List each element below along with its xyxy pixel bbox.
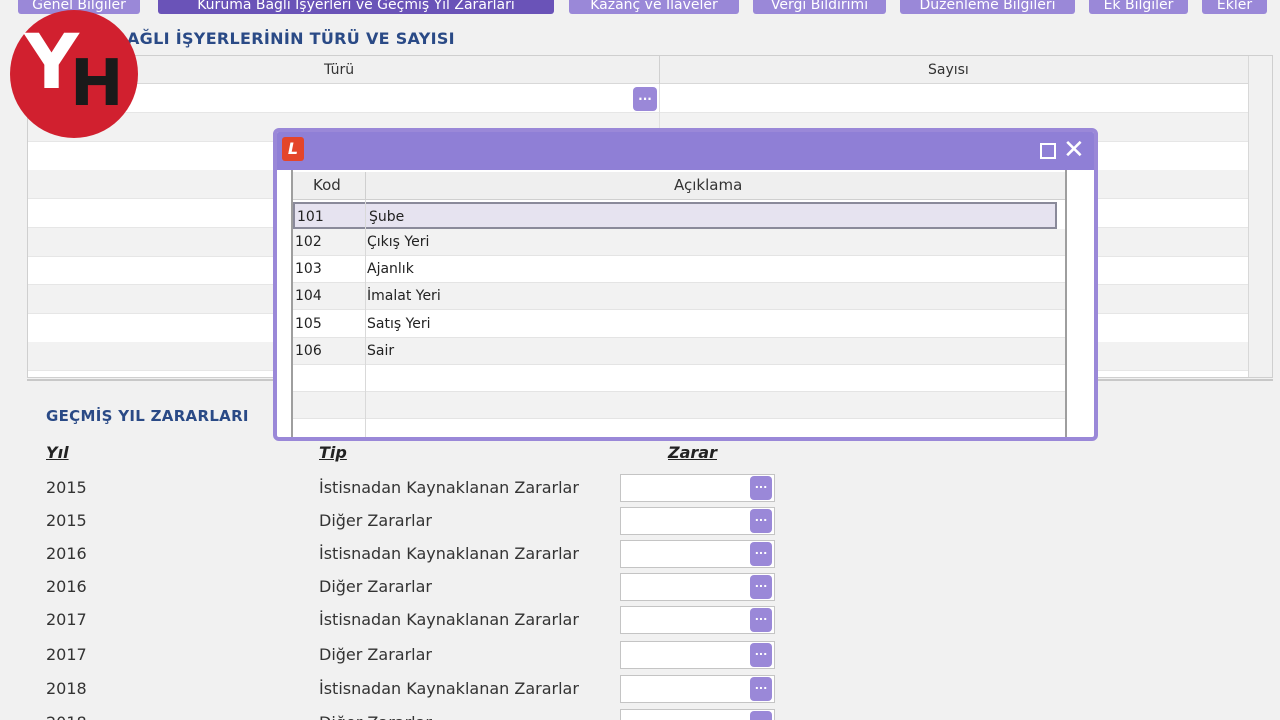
losses-col-loss: Zarar bbox=[668, 443, 717, 462]
col-header-description: Açıklama bbox=[674, 176, 743, 194]
loss-row: 2015 İstisnadan Kaynaklanan Zararlar ... bbox=[0, 471, 1280, 504]
loss-lookup-button[interactable]: ... bbox=[750, 677, 772, 701]
tab-kazanc-ve-ilaveler[interactable]: Kazanç ve İlaveler bbox=[569, 0, 739, 14]
tab-bar: Genel Bilgiler Kuruma Bağlı İşyerleri ve… bbox=[0, 0, 1280, 14]
maximize-icon[interactable] bbox=[1040, 143, 1056, 159]
loss-row: 2017 İstisnadan Kaynaklanan Zararlar ... bbox=[0, 603, 1280, 636]
col-divider bbox=[365, 200, 366, 437]
dialog-row[interactable]: 102 Çıkış Yeri bbox=[293, 229, 1065, 257]
dialog-row[interactable]: 106 Sair bbox=[293, 338, 1065, 366]
loss-row: 2018 Diğer Zararlar ... bbox=[0, 706, 1280, 720]
loss-type: İstisnadan Kaynaklanan Zararlar bbox=[319, 544, 579, 563]
col-header-code: Kod bbox=[313, 176, 341, 194]
loss-lookup-button[interactable]: ... bbox=[750, 476, 772, 500]
col-separator bbox=[365, 172, 366, 200]
brand-logo: Y H bbox=[10, 10, 138, 138]
loss-year: 2017 bbox=[46, 610, 87, 629]
logo-letter-h: H bbox=[70, 47, 124, 121]
dialog-row[interactable] bbox=[293, 365, 1065, 393]
row-code: 102 bbox=[295, 234, 322, 250]
col-separator bbox=[659, 56, 660, 84]
tab-ekler[interactable]: Ekler bbox=[1202, 0, 1267, 14]
col-header-count: Sayısı bbox=[928, 62, 969, 78]
row-code: 101 bbox=[297, 209, 324, 225]
tab-ek-bilgiler[interactable]: Ek Bilgiler bbox=[1089, 0, 1188, 14]
losses-col-year: Yıl bbox=[46, 443, 69, 462]
loss-row: 2016 Diğer Zararlar ... bbox=[0, 570, 1280, 603]
row-description: Sair bbox=[367, 343, 395, 359]
loss-lookup-button[interactable]: ... bbox=[750, 643, 772, 667]
close-icon[interactable]: ✕ bbox=[1063, 136, 1085, 164]
dialog-table-header: Kod Açıklama bbox=[293, 172, 1065, 200]
loss-row: 2015 Diğer Zararlar ... bbox=[0, 504, 1280, 537]
workplaces-section-title: AĞLI İŞYERLERİNİN TÜRÜ VE SAYISI bbox=[127, 29, 455, 48]
loss-type: Diğer Zararlar bbox=[319, 511, 432, 530]
loss-year: 2018 bbox=[46, 713, 87, 720]
app-logo-icon: L bbox=[282, 137, 304, 161]
row-description: Çıkış Yeri bbox=[367, 234, 430, 250]
loss-year: 2016 bbox=[46, 577, 87, 596]
loss-year: 2015 bbox=[46, 478, 87, 497]
row-code: 106 bbox=[295, 343, 322, 359]
workplaces-grid-header: Türü Sayısı bbox=[28, 56, 1248, 84]
dialog-table: Kod Açıklama 101 Şube 102 Çıkış Yeri 103… bbox=[291, 170, 1067, 437]
row-code: 105 bbox=[295, 316, 322, 332]
dialog-row[interactable] bbox=[293, 420, 1065, 437]
loss-year: 2017 bbox=[46, 645, 87, 664]
tab-kuruma-bagli-isyerleri[interactable]: Kuruma Bağlı İşyerleri ve Geçmiş Yıl Zar… bbox=[158, 0, 554, 14]
loss-type: Diğer Zararlar bbox=[319, 577, 432, 596]
loss-lookup-button[interactable]: ... bbox=[750, 575, 772, 599]
row-description: Şube bbox=[369, 209, 405, 225]
dialog-row[interactable] bbox=[293, 392, 1065, 420]
tab-duzenleme-bilgileri[interactable]: Düzenleme Bilgileri bbox=[900, 0, 1075, 14]
type-lookup-button[interactable]: ... bbox=[633, 87, 657, 111]
row-description: Ajanlık bbox=[367, 261, 414, 277]
loss-row: 2018 İstisnadan Kaynaklanan Zararlar ... bbox=[0, 672, 1280, 705]
lookup-dialog: L ✕ Kod Açıklama 101 Şube 102 Çıkış Yeri… bbox=[273, 128, 1098, 441]
dialog-titlebar[interactable]: L ✕ bbox=[277, 132, 1094, 170]
dialog-row[interactable]: 105 Satış Yeri bbox=[293, 311, 1065, 339]
dialog-row[interactable]: 101 Şube bbox=[293, 202, 1057, 230]
loss-row: 2017 Diğer Zararlar ... bbox=[0, 638, 1280, 671]
dialog-row[interactable]: 104 İmalat Yeri bbox=[293, 283, 1065, 311]
loss-lookup-button[interactable]: ... bbox=[750, 608, 772, 632]
loss-type: İstisnadan Kaynaklanan Zararlar bbox=[319, 478, 579, 497]
loss-type: Diğer Zararlar bbox=[319, 713, 432, 720]
loss-lookup-button[interactable]: ... bbox=[750, 542, 772, 566]
row-description: Satış Yeri bbox=[367, 316, 431, 332]
loss-lookup-button[interactable]: ... bbox=[750, 509, 772, 533]
loss-year: 2018 bbox=[46, 679, 87, 698]
dialog-row[interactable]: 103 Ajanlık bbox=[293, 256, 1065, 284]
row-code: 104 bbox=[295, 288, 322, 304]
loss-year: 2015 bbox=[46, 511, 87, 530]
loss-type: Diğer Zararlar bbox=[319, 645, 432, 664]
row-description: İmalat Yeri bbox=[367, 288, 441, 304]
loss-row: 2016 İstisnadan Kaynaklanan Zararlar ... bbox=[0, 537, 1280, 570]
loss-type: İstisnadan Kaynaklanan Zararlar bbox=[319, 610, 579, 629]
tab-vergi-bildirimi[interactable]: Vergi Bildirimi bbox=[753, 0, 886, 14]
row-code: 103 bbox=[295, 261, 322, 277]
loss-type: İstisnadan Kaynaklanan Zararlar bbox=[319, 679, 579, 698]
col-header-type: Türü bbox=[324, 62, 355, 78]
grid-scroll-area[interactable] bbox=[1248, 56, 1272, 377]
losses-section-title: GEÇMİŞ YIL ZARARLARI bbox=[46, 407, 249, 425]
losses-col-type: Tip bbox=[319, 443, 347, 462]
loss-lookup-button[interactable]: ... bbox=[750, 711, 772, 720]
loss-year: 2016 bbox=[46, 544, 87, 563]
